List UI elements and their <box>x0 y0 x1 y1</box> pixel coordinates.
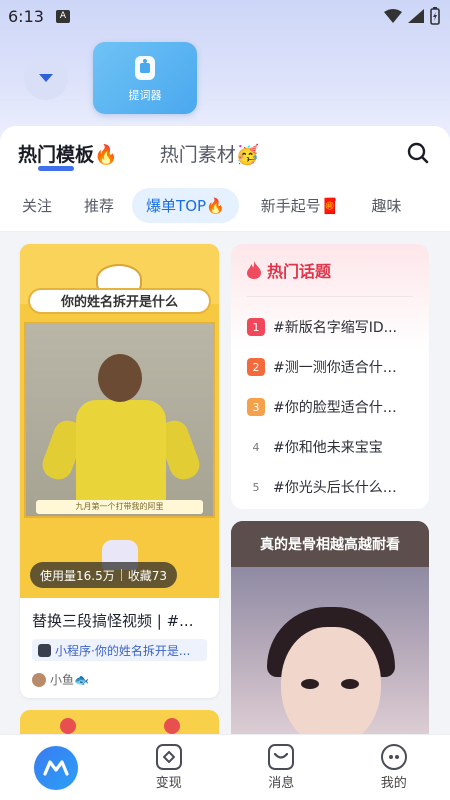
topic-rank: 3 <box>247 398 265 416</box>
mini-program-label: 小程序·你的姓名拆开是... <box>55 643 191 658</box>
hot-topics-card: 热门话题 1 #新版名字缩写ID... 2 #测一测你适合什… 3 #你的脸型适… <box>231 244 429 509</box>
photo-template-card[interactable]: 真的是骨相越高越耐看 <box>231 521 429 734</box>
topic-item[interactable]: 4 #你和他未来宝宝 <box>247 427 413 467</box>
nav-mine[interactable]: 我的 <box>338 735 450 800</box>
party-emoji: 🥳 <box>235 143 260 166</box>
fire-emoji: 🔥 <box>94 143 118 166</box>
hot-topics-title: 热门话题 <box>267 262 332 281</box>
category-hot-top[interactable]: 爆单TOP🔥 <box>132 188 239 223</box>
category-fun[interactable]: 趣味 <box>371 195 401 216</box>
nav-mine-label: 我的 <box>380 776 407 791</box>
category-new-starter[interactable]: 新手起号🧧 <box>261 195 340 216</box>
category-recommend[interactable]: 推荐 <box>84 195 114 216</box>
tab-hot-materials[interactable]: 热门素材🥳 <box>160 140 260 167</box>
category-follow[interactable]: 关注 <box>22 195 52 216</box>
topic-item[interactable]: 2 #测一测你适合什… <box>247 347 413 387</box>
status-time: 6:13 <box>8 6 44 26</box>
logo-m-icon <box>43 759 69 776</box>
bottom-navigation: 变现 消息 我的 <box>0 734 450 800</box>
usage-stats: 使用量16.5万 收藏73 <box>30 562 178 588</box>
avatar <box>32 672 46 687</box>
category-hot-top-label: 爆单TOP <box>146 197 207 215</box>
stats-divider <box>120 569 122 581</box>
template-thumbnail: 你的姓名拆开是什么 九月第一个打带我的阿里 使用量16.5万 收藏73 <box>20 244 219 598</box>
wifi-icon <box>384 9 402 23</box>
monkey-video-frame <box>24 322 215 518</box>
status-bar: 6:13 A <box>0 0 450 32</box>
nav-home[interactable] <box>0 735 113 800</box>
decoration-ball <box>164 718 180 734</box>
favorite-count: 收藏73 <box>127 568 168 583</box>
nav-messages[interactable]: 消息 <box>225 735 338 800</box>
topic-text: #你光头后长什么… <box>273 480 397 496</box>
status-icons <box>384 7 440 25</box>
template-title: 替换三段搞怪视频 | #... <box>32 612 194 630</box>
mini-program-icon <box>38 643 51 657</box>
profile-icon <box>380 744 407 770</box>
home-logo-icon <box>34 745 79 790</box>
topic-item[interactable]: 3 #你的脸型适合什… <box>247 387 413 427</box>
collapse-button[interactable] <box>24 56 68 100</box>
search-button[interactable] <box>404 139 432 167</box>
monkey-body <box>76 400 166 510</box>
topic-text: #新版名字缩写ID... <box>273 320 397 336</box>
topic-text: #你和他未来宝宝 <box>273 440 383 456</box>
mini-program-tag[interactable]: 小程序·你的姓名拆开是... <box>32 639 207 661</box>
teleprompter-shortcut[interactable]: 提词器 <box>93 42 197 114</box>
topic-rank: 1 <box>247 318 265 336</box>
template-info: 替换三段搞怪视频 | #... 小程序·你的姓名拆开是... 小鱼🐟 <box>20 598 219 688</box>
content-grid: 你的姓名拆开是什么 九月第一个打带我的阿里 使用量16.5万 收藏73 替换三段… <box>0 232 450 734</box>
category-new-starter-label: 新手起号 <box>260 197 321 215</box>
decoration-ball <box>60 718 76 734</box>
active-tab-underline <box>38 165 74 171</box>
template-card[interactable]: 你的姓名拆开是什么 九月第一个打带我的阿里 使用量16.5万 收藏73 替换三段… <box>20 244 219 698</box>
topic-text: #测一测你适合什… <box>273 360 397 376</box>
notification-a-icon: A <box>55 9 70 23</box>
nav-discover[interactable]: 变现 <box>113 735 226 800</box>
battery-icon <box>430 7 440 25</box>
topic-rank: 4 <box>252 440 260 454</box>
topic-item[interactable]: 5 #你光头后长什么… <box>247 467 413 507</box>
fire-icon <box>247 261 261 279</box>
fire-emoji: 🔥 <box>206 197 225 215</box>
red-envelope-emoji: 🧧 <box>320 197 340 215</box>
usage-count: 使用量16.5万 <box>40 568 115 583</box>
topic-rank: 2 <box>247 358 265 376</box>
tab-hot-materials-label: 热门素材 <box>159 143 236 166</box>
thumbnail-subtitle: 九月第一个打带我的阿里 <box>36 500 203 514</box>
template-card-next[interactable] <box>20 710 219 734</box>
tab-hot-templates-label: 热门模板 <box>18 143 95 166</box>
signal-icon <box>408 9 424 23</box>
topic-rank: 5 <box>252 480 260 494</box>
photo-card-title: 真的是骨相越高越耐看 <box>231 521 429 567</box>
topic-text: #你的脸型适合什… <box>273 400 397 416</box>
content-tabs: 热门模板🔥 热门素材🥳 <box>0 126 450 180</box>
nav-discover-label: 变现 <box>155 776 182 791</box>
author-name: 小鱼🐟 <box>50 673 89 687</box>
tab-hot-templates[interactable]: 热门模板🔥 <box>18 140 118 171</box>
category-bar: 关注 推荐 爆单TOP🔥 新手起号🧧 趣味 <box>0 180 450 232</box>
main-panel: 热门模板🔥 热门素材🥳 关注 推荐 爆单TOP🔥 新手起号🧧 趣味 你的姓名拆开… <box>0 126 450 734</box>
portrait-face <box>281 627 381 734</box>
discover-icon <box>155 744 182 770</box>
teleprompter-icon <box>135 56 155 80</box>
topic-item[interactable]: 1 #新版名字缩写ID... <box>247 307 413 347</box>
portrait-eye <box>301 679 319 689</box>
chevron-down-icon <box>39 74 53 82</box>
portrait-eye <box>341 679 359 689</box>
hot-topics-header[interactable]: 热门话题 <box>247 258 413 282</box>
monkey-head <box>98 354 142 402</box>
nav-messages-label: 消息 <box>268 776 295 791</box>
teleprompter-label: 提词器 <box>128 89 162 102</box>
topics-divider <box>247 296 413 297</box>
thumbnail-title: 你的姓名拆开是什么 <box>28 288 211 314</box>
search-icon <box>407 142 429 164</box>
message-icon <box>268 744 295 770</box>
author-row: 小鱼🐟 <box>32 671 207 688</box>
portrait-image <box>231 567 429 734</box>
